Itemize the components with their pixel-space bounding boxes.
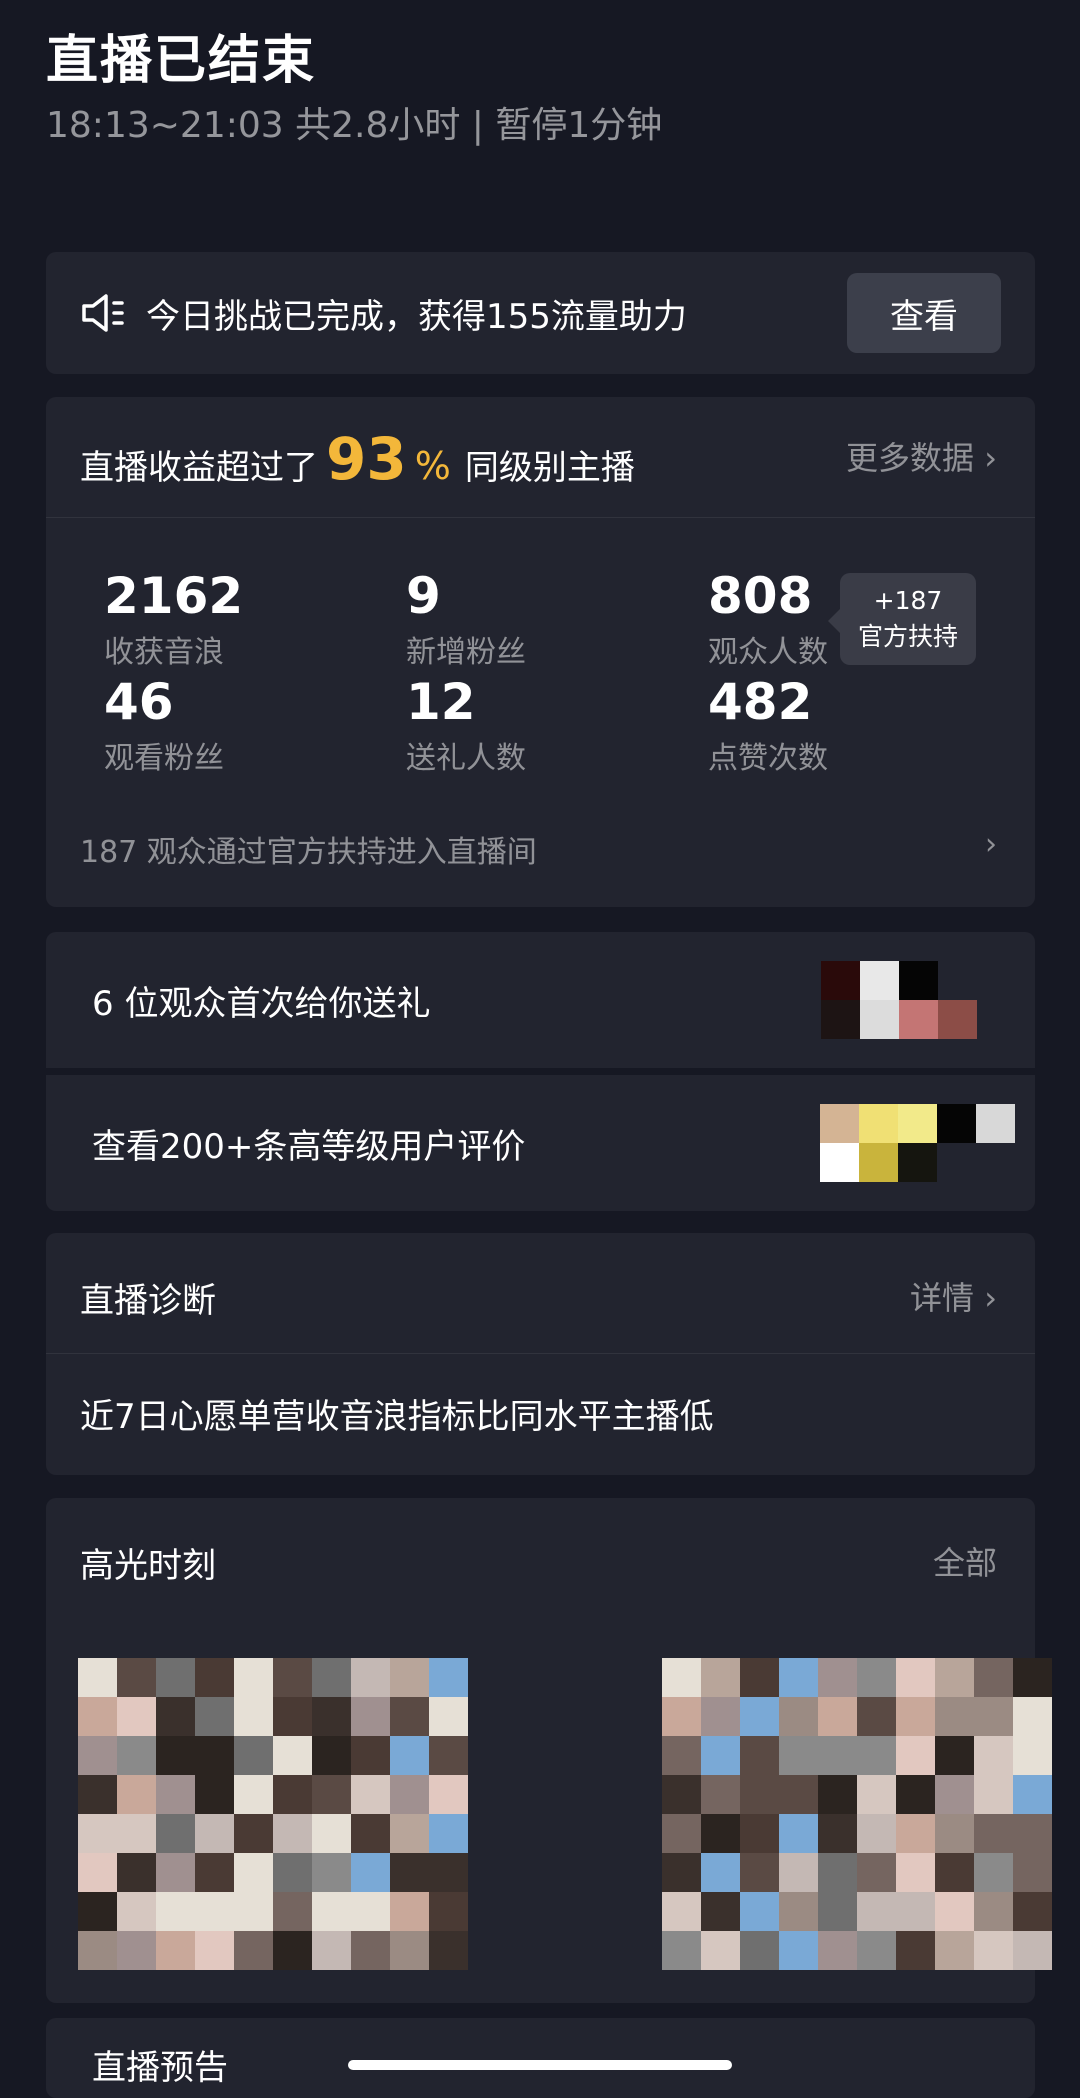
highlights-title: 高光时刻 <box>80 1546 216 1586</box>
stat-value: 9 <box>406 567 441 625</box>
challenge-text: 今日挑战已完成，获得155流量助力 <box>146 296 687 337</box>
divider <box>46 517 1035 518</box>
divider <box>46 1353 1035 1354</box>
stat-label: 送礼人数 <box>406 741 526 776</box>
stat-label: 观看粉丝 <box>104 741 224 776</box>
speaker-icon <box>82 294 124 332</box>
stat-value: 2162 <box>104 567 244 625</box>
diagnosis-title: 直播诊断 <box>80 1281 216 1321</box>
challenge-banner: 今日挑战已完成，获得155流量助力 查看 <box>46 252 1035 374</box>
official-support-tooltip: +187 官方扶持 <box>828 573 976 665</box>
live-time-summary: 18:13~21:03 共2.8小时 | 暂停1分钟 <box>46 105 663 146</box>
earnings-tail-text: 同级别主播 <box>464 448 635 488</box>
earnings-rank-headline: 直播收益超过了 93 % 同级别主播 <box>80 425 635 493</box>
stat-value: 482 <box>708 673 813 731</box>
first-gift-text: 6 位观众首次给你送礼 <box>92 983 431 1024</box>
highlight-thumbnail[interactable] <box>78 1658 468 1970</box>
home-indicator[interactable] <box>348 2060 732 2070</box>
reviews-text: 查看200+条高等级用户评价 <box>92 1126 526 1167</box>
stat-label: 收获音浪 <box>104 635 224 670</box>
stat-viewers[interactable]: 808 观众人数 <box>708 567 828 671</box>
highlights-card: 高光时刻 全部 <box>46 1498 1052 2003</box>
more-data-link[interactable]: 更多数据 › <box>846 433 997 479</box>
stat-gift-senders[interactable]: 12 送礼人数 <box>406 673 526 777</box>
stat-income[interactable]: 2162 收获音浪 <box>104 567 243 671</box>
live-diagnosis-card: 直播诊断 详情 › 近7日心愿单营收音浪指标比同水平主播低 <box>46 1233 1035 1475</box>
stat-value: 46 <box>104 673 174 731</box>
live-preview-card[interactable]: 直播预告 <box>46 2018 1035 2098</box>
reviewer-avatars <box>820 1104 1015 1182</box>
stat-watching-fans[interactable]: 46 观看粉丝 <box>104 673 224 777</box>
highlight-thumbnail[interactable] <box>662 1658 1052 1970</box>
official-support-text: 187 观众通过官方扶持进入直播间 <box>80 835 537 870</box>
stat-label: 观众人数 <box>708 635 828 670</box>
stat-value: 808 <box>708 567 813 625</box>
stat-value: 12 <box>406 673 476 731</box>
tooltip-count: +187 <box>873 586 943 615</box>
earnings-lead-text: 直播收益超过了 <box>80 448 318 488</box>
view-challenge-button[interactable]: 查看 <box>847 273 1001 353</box>
percent-sign: % <box>414 444 451 488</box>
stat-new-fans[interactable]: 9 新增粉丝 <box>406 567 526 671</box>
first-gift-row[interactable]: 6 位观众首次给你送礼 <box>46 932 1035 1068</box>
highlights-all-link[interactable]: 全部 <box>933 1538 997 1584</box>
diagnosis-message: 近7日心愿单营收音浪指标比同水平主播低 <box>80 1397 714 1437</box>
stat-label: 新增粉丝 <box>406 635 526 670</box>
reviews-row[interactable]: 查看200+条高等级用户评价 <box>46 1075 1035 1211</box>
stat-label: 点赞次数 <box>708 741 828 776</box>
chevron-right-icon: › <box>985 827 997 862</box>
diagnosis-details-link[interactable]: 详情 › <box>910 1273 997 1319</box>
official-support-row[interactable]: 187 观众通过官方扶持进入直播间 › <box>80 827 997 871</box>
preview-title: 直播预告 <box>92 2048 228 2088</box>
stat-likes[interactable]: 482 点赞次数 <box>708 673 828 777</box>
earnings-percent: 93 <box>326 425 407 493</box>
page-title: 直播已结束 <box>46 31 317 91</box>
gifter-avatars <box>821 961 977 1039</box>
tooltip-label: 官方扶持 <box>857 622 958 651</box>
live-stats-card: 直播收益超过了 93 % 同级别主播 更多数据 › 2162 收获音浪 9 新增… <box>46 397 1035 907</box>
